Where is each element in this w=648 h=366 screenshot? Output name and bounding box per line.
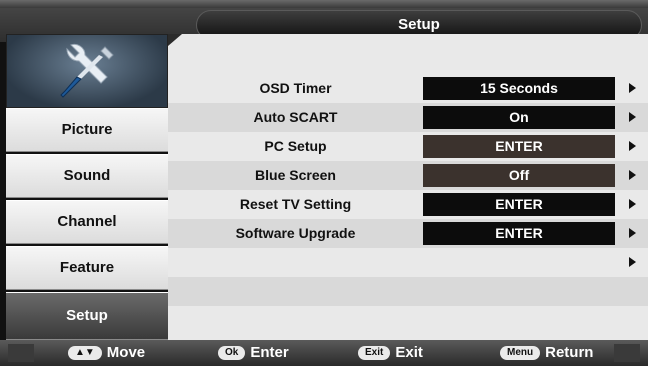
setting-value[interactable]: ENTER [423,222,615,245]
setting-label [168,248,423,277]
key-exit: Exit [358,346,391,361]
setting-label: OSD Timer [259,80,332,96]
tools-icon [60,44,114,98]
setting-row-pc-setup[interactable]: PC Setup ENTER [168,132,648,161]
key-menu: Menu [500,346,541,361]
setting-row-osd-timer[interactable]: OSD Timer 15 Seconds [168,74,648,103]
hint-enter: Ok Enter [218,342,289,364]
arrow-right-icon[interactable] [629,199,636,209]
setting-label: Auto SCART [253,109,338,125]
hint-label: Return [545,344,594,361]
top-stripe [0,0,648,8]
setting-label: Software Upgrade [235,225,356,241]
hint-move: ▲▼ Move [68,342,145,364]
setting-label: PC Setup [264,138,327,154]
setting-value[interactable]: On [423,106,615,129]
arrow-right-icon[interactable] [629,83,636,93]
tv-osd-screen: Setup Picture Sound Channel Feature Setu… [0,0,648,366]
setting-row-blank [168,277,648,306]
sidebar-item-feature[interactable]: Feature [6,246,168,290]
setting-value[interactable]: 15 Seconds [423,77,615,100]
setting-row-auto-scart[interactable]: Auto SCART On [168,103,648,132]
sidebar-item-setup[interactable]: Setup [6,292,168,340]
sidebar-item-channel[interactable]: Channel [6,200,168,244]
setting-row-reset-tv[interactable]: Reset TV Setting ENTER [168,190,648,219]
sidebar-item-sound[interactable]: Sound [6,154,168,198]
setting-row-empty[interactable] [168,248,648,277]
arrow-right-icon[interactable] [629,141,636,151]
hint-exit: Exit Exit [358,342,423,364]
bar-cap-right [614,344,640,362]
setting-value[interactable]: ENTER [423,135,615,158]
setting-value[interactable]: ENTER [423,193,615,216]
sidebar: Picture Sound Channel Feature Setup [0,34,168,340]
hint-label: Enter [250,344,289,361]
setting-label: Reset TV Setting [239,196,352,212]
hint-bar: ▲▼ Move Ok Enter Exit Exit Menu Return [0,340,648,366]
setting-row-blue-screen[interactable]: Blue Screen Off [168,161,648,190]
arrow-right-icon[interactable] [629,257,636,267]
setting-label: Blue Screen [255,167,336,183]
hint-return: Menu Return [500,342,593,364]
key-ok: Ok [218,346,246,361]
arrow-right-icon[interactable] [629,170,636,180]
setting-value[interactable]: Off [423,164,615,187]
arrow-right-icon[interactable] [629,112,636,122]
setting-row-software-upgrade[interactable]: Software Upgrade ENTER [168,219,648,248]
setup-icon-tile [6,34,168,108]
key-updown: ▲▼ [68,346,102,361]
hint-label: Exit [395,344,423,361]
panel-notch [168,34,182,46]
hint-label: Move [106,344,146,361]
sidebar-item-picture[interactable]: Picture [6,108,168,152]
arrow-right-icon[interactable] [629,228,636,238]
bar-cap-left [8,344,34,362]
